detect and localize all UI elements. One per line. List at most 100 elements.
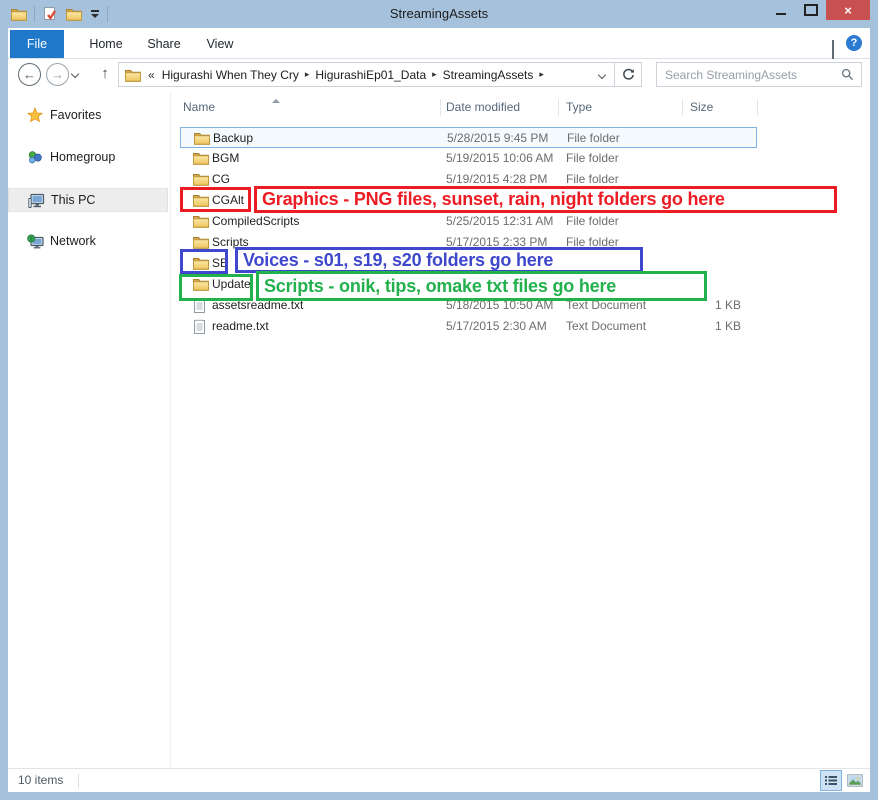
file-size: 1 KB [650, 316, 741, 337]
file-name: BGM [212, 148, 239, 169]
annotation-box-update [179, 274, 253, 301]
sidebar-divider [170, 92, 171, 768]
chevron-down-icon [71, 70, 79, 78]
window-border-bottom [0, 792, 878, 800]
folder-icon [193, 151, 209, 165]
explorer-window: StreamingAssets × File Home Share View ?… [0, 0, 878, 800]
column-header-type[interactable]: Type [566, 97, 592, 118]
column-divider[interactable] [682, 99, 683, 116]
sidebar-item-favorites[interactable]: Favorites [8, 103, 168, 127]
column-divider[interactable] [558, 99, 559, 116]
back-arrow-icon: ← [18, 63, 41, 86]
breadcrumb-separator-icon[interactable]: ▸ [303, 69, 312, 80]
properties-icon[interactable] [41, 5, 59, 23]
file-type: File folder [566, 211, 619, 232]
maximize-button[interactable] [796, 0, 826, 20]
file-row[interactable]: BGM 5/19/2015 10:06 AM File folder [180, 148, 757, 169]
sidebar-item-label: This PC [51, 193, 95, 207]
column-header-size[interactable]: Size [690, 97, 713, 118]
breadcrumb-item[interactable]: HigurashiEp01_Data [311, 68, 430, 82]
column-divider[interactable] [440, 99, 441, 116]
explorer-folder-icon[interactable] [10, 5, 28, 23]
sidebar-item-label: Network [50, 234, 96, 248]
annotation-graphics: Graphics - PNG files, sunset, rain, nigh… [254, 186, 837, 213]
file-name: CompiledScripts [212, 211, 299, 232]
column-header-name[interactable]: Name [183, 97, 215, 118]
breadcrumb-items: Higurashi When They Cry▸HigurashiEp01_Da… [158, 68, 546, 82]
status-separator [78, 774, 79, 788]
file-date-modified: 5/25/2015 12:31 AM [446, 211, 553, 232]
qat-separator [34, 6, 35, 22]
file-date-modified: 5/19/2015 10:06 AM [446, 148, 553, 169]
file-name: readme.txt [212, 316, 269, 337]
file-row[interactable]: readme.txt 5/17/2015 2:30 AM Text Document… [180, 316, 757, 337]
window-title: StreamingAssets [0, 0, 878, 28]
file-type: Text Document [566, 316, 646, 337]
folder-icon [193, 214, 209, 228]
window-border-right [870, 28, 878, 800]
large-icons-view-button[interactable] [844, 770, 866, 791]
sidebar-item-label: Homegroup [50, 150, 115, 164]
ribbon-expand-chevron-icon[interactable] [832, 40, 834, 58]
tab-view[interactable]: View [186, 30, 254, 58]
items-count: 10 items [18, 769, 63, 792]
annotation-voices: Voices - s01, s19, s20 folders go here [235, 247, 643, 273]
computer-icon [27, 193, 45, 208]
search-box [656, 62, 862, 87]
details-view-button[interactable] [820, 770, 842, 791]
folder-icon [193, 172, 209, 186]
breadcrumb-separator-icon[interactable]: ▸ [537, 69, 546, 80]
sidebar-item-this-pc[interactable]: This PC [8, 188, 168, 212]
folder-icon [193, 235, 209, 249]
refresh-icon[interactable] [614, 63, 641, 86]
breadcrumb-collapse-icon[interactable]: « [148, 68, 155, 82]
search-icon[interactable] [841, 68, 854, 81]
text-file-icon [193, 319, 206, 335]
navigation-bar: ← → ↑ « Higurashi When They Cry▸Higurash… [8, 59, 870, 92]
window-controls: × [766, 0, 870, 22]
annotation-box-se [180, 249, 228, 274]
close-button[interactable]: × [826, 0, 870, 20]
qat-dropdown-icon[interactable] [89, 10, 101, 18]
sidebar-item-homegroup[interactable]: Homegroup [8, 145, 168, 169]
back-button[interactable]: ← [18, 63, 41, 86]
new-folder-icon[interactable] [65, 5, 83, 23]
breadcrumb-item[interactable]: StreamingAssets [439, 68, 538, 82]
minimize-button[interactable] [766, 0, 796, 20]
address-folder-icon [125, 68, 141, 82]
annotation-scripts: Scripts - onik, tips, omake txt files go… [256, 271, 707, 301]
file-name: Backup [213, 128, 253, 149]
file-date-modified: 5/28/2015 9:45 PM [447, 128, 548, 149]
column-divider[interactable] [757, 99, 758, 116]
help-icon[interactable]: ? [846, 35, 862, 51]
address-dropdown-icon[interactable] [590, 72, 614, 78]
column-header-date-modified[interactable]: Date modified [446, 97, 520, 118]
file-row[interactable]: CompiledScripts 5/25/2015 12:31 AM File fo… [180, 211, 757, 232]
ribbon-tabstrip: File Home Share View ? [8, 28, 870, 59]
qat-separator [107, 6, 108, 22]
tab-file[interactable]: File [10, 30, 64, 58]
star-icon [26, 107, 44, 123]
file-type: File folder [567, 128, 620, 149]
homegroup-icon [26, 149, 44, 165]
up-button[interactable]: ↑ [94, 62, 116, 84]
quick-access-toolbar [10, 0, 108, 28]
file-type: File folder [566, 148, 619, 169]
folder-icon [194, 131, 210, 145]
window-border-left [0, 28, 8, 800]
search-input[interactable] [657, 68, 841, 82]
file-row[interactable]: Backup 5/28/2015 9:45 PM File folder [180, 127, 757, 148]
recent-locations-dropdown[interactable] [72, 71, 78, 77]
address-bar[interactable]: « Higurashi When They Cry▸HigurashiEp01_… [118, 62, 642, 87]
status-bar: 10 items [8, 768, 870, 792]
sidebar-item-network[interactable]: Network [8, 229, 168, 253]
forward-button[interactable]: → [46, 63, 69, 86]
sort-ascending-icon[interactable] [272, 99, 280, 103]
file-date-modified: 5/17/2015 2:30 AM [446, 316, 547, 337]
sidebar-item-label: Favorites [50, 108, 101, 122]
annotation-box-cgalt [180, 187, 251, 212]
network-icon [26, 234, 44, 249]
breadcrumb-item[interactable]: Higurashi When They Cry [158, 68, 303, 82]
breadcrumb-separator-icon[interactable]: ▸ [430, 69, 439, 80]
forward-arrow-icon: → [46, 63, 69, 86]
